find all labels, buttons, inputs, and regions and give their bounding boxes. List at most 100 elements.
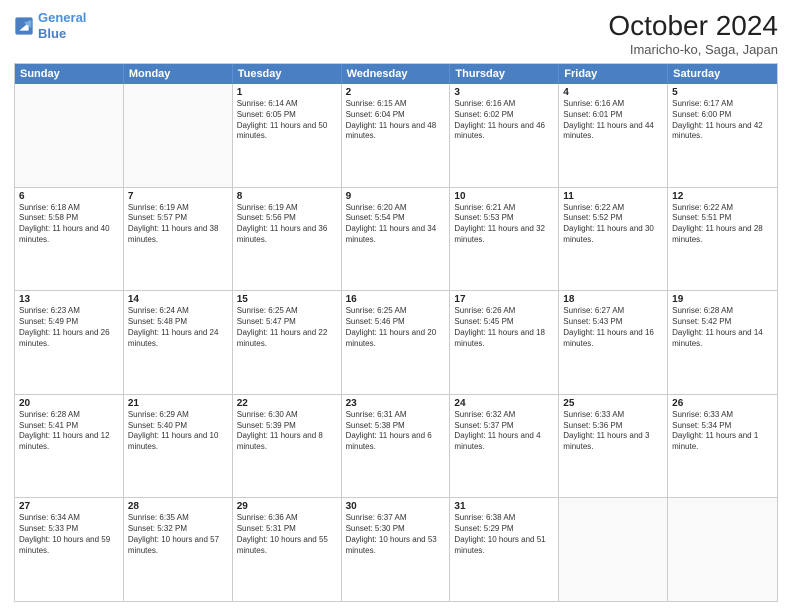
sunrise-line: Sunrise: 6:34 AM [19,513,119,524]
day-number: 2 [346,87,446,98]
calendar-cell: 9Sunrise: 6:20 AMSunset: 5:54 PMDaylight… [342,188,451,291]
calendar-cell: 5Sunrise: 6:17 AMSunset: 6:00 PMDaylight… [668,84,777,187]
title-area: October 2024 Imaricho-ko, Saga, Japan [608,10,778,57]
page: General Blue October 2024 Imaricho-ko, S… [0,0,792,612]
header-saturday: Saturday [668,64,777,84]
header-monday: Monday [124,64,233,84]
day-number: 9 [346,191,446,202]
sunset-line: Sunset: 5:58 PM [19,213,119,224]
day-number: 11 [563,191,663,202]
sunrise-line: Sunrise: 6:28 AM [19,410,119,421]
calendar-cell [668,498,777,601]
calendar-cell: 17Sunrise: 6:26 AMSunset: 5:45 PMDayligh… [450,291,559,394]
calendar-cell: 28Sunrise: 6:35 AMSunset: 5:32 PMDayligh… [124,498,233,601]
day-number: 14 [128,294,228,305]
day-number: 6 [19,191,119,202]
calendar-row-0: 1Sunrise: 6:14 AMSunset: 6:05 PMDaylight… [15,84,777,187]
header-thursday: Thursday [450,64,559,84]
calendar-cell: 26Sunrise: 6:33 AMSunset: 5:34 PMDayligh… [668,395,777,498]
sunrise-line: Sunrise: 6:28 AM [672,306,773,317]
sunrise-line: Sunrise: 6:30 AM [237,410,337,421]
day-number: 26 [672,398,773,409]
daylight-line: Daylight: 11 hours and 14 minutes. [672,328,773,350]
sunrise-line: Sunrise: 6:32 AM [454,410,554,421]
sunset-line: Sunset: 6:04 PM [346,110,446,121]
sunrise-line: Sunrise: 6:16 AM [454,99,554,110]
sunset-line: Sunset: 5:51 PM [672,213,773,224]
daylight-line: Daylight: 11 hours and 24 minutes. [128,328,228,350]
calendar-cell: 27Sunrise: 6:34 AMSunset: 5:33 PMDayligh… [15,498,124,601]
day-number: 27 [19,501,119,512]
sunrise-line: Sunrise: 6:22 AM [563,203,663,214]
daylight-line: Daylight: 11 hours and 34 minutes. [346,224,446,246]
calendar-cell: 1Sunrise: 6:14 AMSunset: 6:05 PMDaylight… [233,84,342,187]
day-number: 22 [237,398,337,409]
daylight-line: Daylight: 10 hours and 55 minutes. [237,535,337,557]
day-number: 10 [454,191,554,202]
calendar-row-1: 6Sunrise: 6:18 AMSunset: 5:58 PMDaylight… [15,187,777,291]
day-number: 15 [237,294,337,305]
day-number: 19 [672,294,773,305]
calendar-cell: 21Sunrise: 6:29 AMSunset: 5:40 PMDayligh… [124,395,233,498]
day-number: 25 [563,398,663,409]
day-number: 17 [454,294,554,305]
daylight-line: Daylight: 11 hours and 26 minutes. [19,328,119,350]
calendar-cell: 13Sunrise: 6:23 AMSunset: 5:49 PMDayligh… [15,291,124,394]
location: Imaricho-ko, Saga, Japan [608,42,778,57]
daylight-line: Daylight: 11 hours and 40 minutes. [19,224,119,246]
daylight-line: Daylight: 11 hours and 1 minute. [672,431,773,453]
calendar: Sunday Monday Tuesday Wednesday Thursday… [14,63,778,602]
calendar-body: 1Sunrise: 6:14 AMSunset: 6:05 PMDaylight… [15,84,777,601]
calendar-cell: 22Sunrise: 6:30 AMSunset: 5:39 PMDayligh… [233,395,342,498]
calendar-cell: 25Sunrise: 6:33 AMSunset: 5:36 PMDayligh… [559,395,668,498]
sunset-line: Sunset: 6:02 PM [454,110,554,121]
sunset-line: Sunset: 5:32 PM [128,524,228,535]
calendar-cell: 6Sunrise: 6:18 AMSunset: 5:58 PMDaylight… [15,188,124,291]
sunset-line: Sunset: 5:29 PM [454,524,554,535]
calendar-cell: 23Sunrise: 6:31 AMSunset: 5:38 PMDayligh… [342,395,451,498]
calendar-cell: 14Sunrise: 6:24 AMSunset: 5:48 PMDayligh… [124,291,233,394]
logo-blue: Blue [38,26,66,41]
calendar-cell: 15Sunrise: 6:25 AMSunset: 5:47 PMDayligh… [233,291,342,394]
sunrise-line: Sunrise: 6:31 AM [346,410,446,421]
sunrise-line: Sunrise: 6:21 AM [454,203,554,214]
logo: General Blue [14,10,86,41]
day-number: 29 [237,501,337,512]
calendar-cell: 10Sunrise: 6:21 AMSunset: 5:53 PMDayligh… [450,188,559,291]
sunset-line: Sunset: 5:53 PM [454,213,554,224]
sunset-line: Sunset: 5:34 PM [672,421,773,432]
daylight-line: Daylight: 11 hours and 12 minutes. [19,431,119,453]
daylight-line: Daylight: 11 hours and 32 minutes. [454,224,554,246]
daylight-line: Daylight: 11 hours and 10 minutes. [128,431,228,453]
day-number: 5 [672,87,773,98]
sunset-line: Sunset: 6:01 PM [563,110,663,121]
calendar-header: Sunday Monday Tuesday Wednesday Thursday… [15,64,777,84]
daylight-line: Daylight: 11 hours and 46 minutes. [454,121,554,143]
logo-text: General Blue [38,10,86,41]
sunset-line: Sunset: 6:05 PM [237,110,337,121]
daylight-line: Daylight: 11 hours and 30 minutes. [563,224,663,246]
daylight-line: Daylight: 11 hours and 8 minutes. [237,431,337,453]
calendar-cell: 24Sunrise: 6:32 AMSunset: 5:37 PMDayligh… [450,395,559,498]
day-number: 31 [454,501,554,512]
daylight-line: Daylight: 11 hours and 42 minutes. [672,121,773,143]
day-number: 24 [454,398,554,409]
daylight-line: Daylight: 11 hours and 48 minutes. [346,121,446,143]
daylight-line: Daylight: 11 hours and 38 minutes. [128,224,228,246]
header-tuesday: Tuesday [233,64,342,84]
calendar-cell: 11Sunrise: 6:22 AMSunset: 5:52 PMDayligh… [559,188,668,291]
sunset-line: Sunset: 5:30 PM [346,524,446,535]
sunset-line: Sunset: 5:54 PM [346,213,446,224]
sunset-line: Sunset: 5:43 PM [563,317,663,328]
header-wednesday: Wednesday [342,64,451,84]
sunrise-line: Sunrise: 6:33 AM [672,410,773,421]
daylight-line: Daylight: 11 hours and 18 minutes. [454,328,554,350]
month-title: October 2024 [608,10,778,42]
sunrise-line: Sunrise: 6:25 AM [237,306,337,317]
calendar-cell: 20Sunrise: 6:28 AMSunset: 5:41 PMDayligh… [15,395,124,498]
calendar-row-4: 27Sunrise: 6:34 AMSunset: 5:33 PMDayligh… [15,497,777,601]
calendar-row-2: 13Sunrise: 6:23 AMSunset: 5:49 PMDayligh… [15,290,777,394]
calendar-cell [15,84,124,187]
sunrise-line: Sunrise: 6:22 AM [672,203,773,214]
sunrise-line: Sunrise: 6:17 AM [672,99,773,110]
